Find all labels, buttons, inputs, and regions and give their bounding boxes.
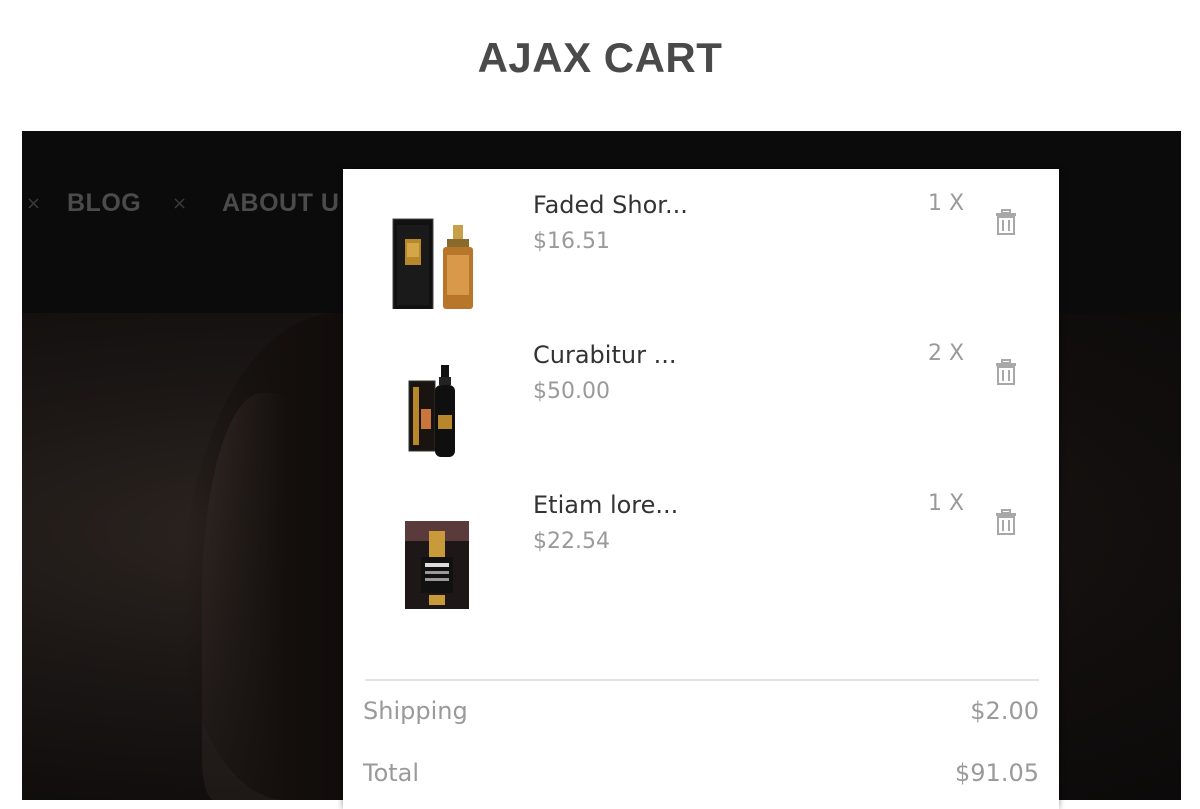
trash-icon[interactable]: [995, 509, 1017, 535]
cart-item: Faded Shor... $16.51 1 X: [343, 169, 1059, 319]
cart-item-price: $50.00: [533, 379, 610, 404]
nav-item-about[interactable]: ABOUT U: [222, 189, 339, 218]
cart-item-quantity: 1 X: [928, 191, 965, 216]
ajax-cart-dropdown: Faded Shor... $16.51 1 X Curabitur ... $…: [343, 169, 1059, 809]
cart-item: Curabitur ... $50.00 2 X: [343, 319, 1059, 469]
cart-item-price: $22.54: [533, 529, 610, 554]
cart-item: Etiam lore... $22.54 1 X: [343, 469, 1059, 619]
cart-divider: [365, 679, 1039, 681]
cart-item-name[interactable]: Faded Shor...: [533, 191, 688, 219]
cart-item-quantity: 2 X: [928, 341, 965, 366]
shipping-label: Shipping: [363, 697, 468, 725]
total-value: $91.05: [955, 759, 1039, 787]
trash-icon[interactable]: [995, 359, 1017, 385]
trash-icon[interactable]: [995, 209, 1017, 235]
page-title: AJAX CART: [477, 34, 723, 81]
cart-item-name[interactable]: Etiam lore...: [533, 491, 678, 519]
nav-separator: ×: [26, 193, 42, 214]
packet-product-icon[interactable]: [383, 479, 493, 609]
cart-item-name[interactable]: Curabitur ...: [533, 341, 676, 369]
total-label: Total: [363, 759, 420, 787]
perfume-box-bottle-icon[interactable]: [383, 179, 493, 309]
shipping-value: $2.00: [970, 697, 1039, 725]
nav-item-blog[interactable]: BLOG: [67, 189, 141, 218]
cart-item-price: $16.51: [533, 229, 610, 254]
nav-separator: ×: [172, 193, 188, 214]
spray-bottle-box-icon[interactable]: [383, 329, 493, 459]
cart-item-quantity: 1 X: [928, 491, 965, 516]
